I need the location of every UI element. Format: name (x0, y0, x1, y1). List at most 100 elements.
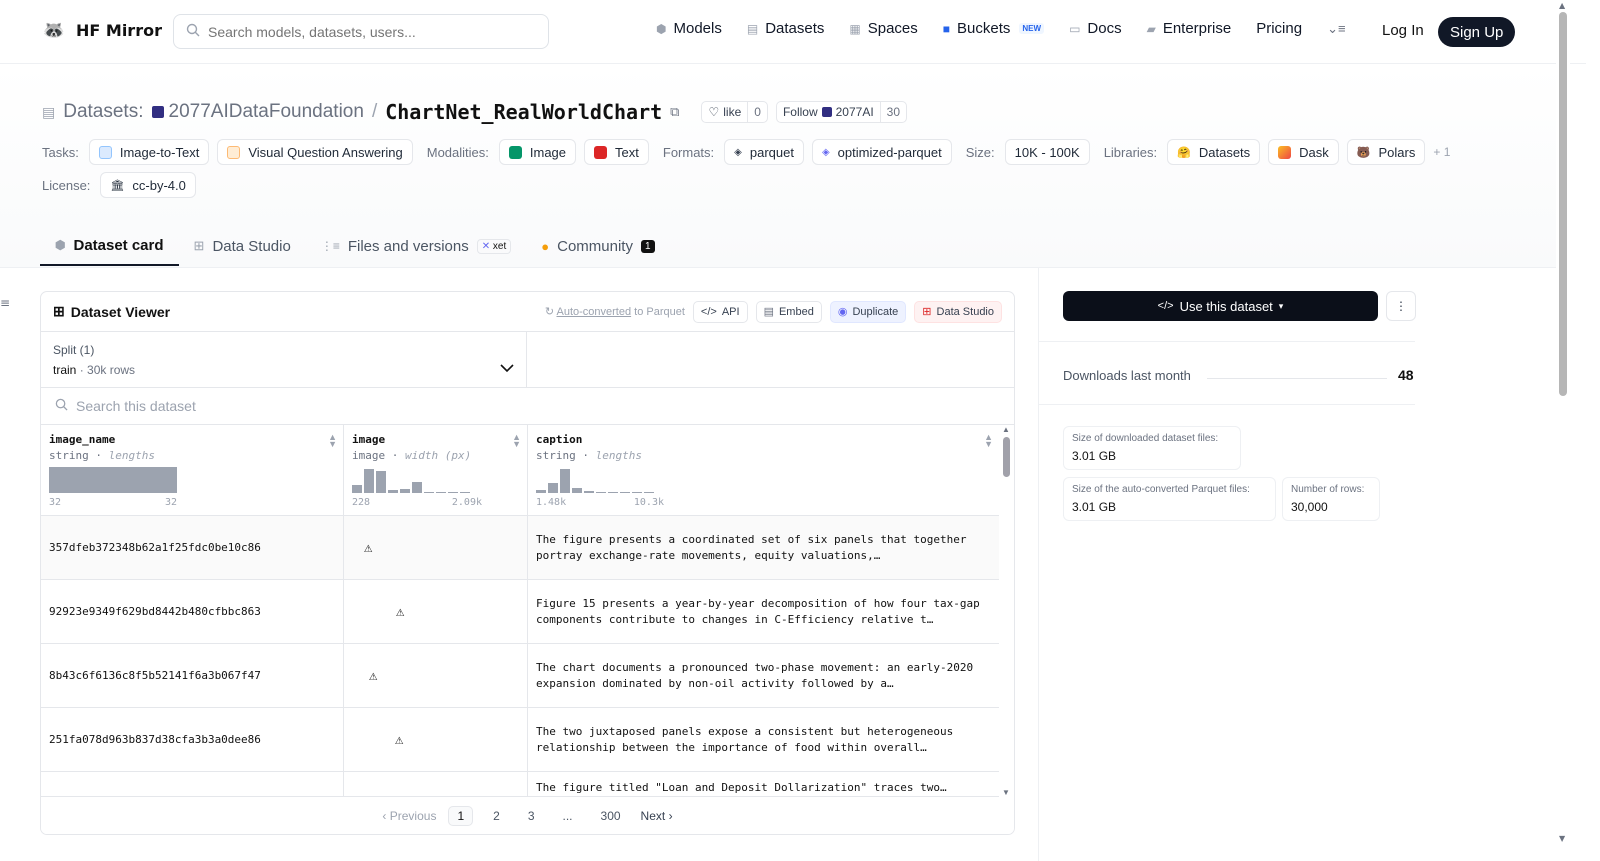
auto-converted-link[interactable]: Auto-converted (556, 306, 631, 318)
sort-icon[interactable]: ▲ ▼ (984, 433, 993, 449)
previous-page-button[interactable]: ‹ Previous (382, 809, 436, 823)
column-type-name: string (49, 449, 89, 462)
brand-logo[interactable]: 🦝 HF Mirror (42, 18, 162, 42)
follow-org: 2077AI (835, 105, 874, 119)
table-row[interactable]: 92923e9349f629bd8442b480cfbbc863 ⚠ Figur… (41, 580, 999, 644)
nav-datasets[interactable]: ▤ Datasets (747, 20, 825, 37)
use-this-dataset-button[interactable]: </> Use this dataset ▾ (1063, 291, 1378, 321)
cell-caption: The figure presents a coordinated set of… (536, 532, 967, 562)
tag-polars[interactable]: 🐻 Polars (1346, 139, 1426, 165)
column-header-caption[interactable]: caption string · lengths ▲ ▼ 1.48k 10.3k (528, 425, 999, 516)
grid-scrollbar-thumb[interactable] (1003, 437, 1010, 477)
follow-button[interactable]: Follow 2077AI 30 (775, 101, 908, 123)
tag-dask[interactable]: Dask (1268, 139, 1339, 165)
scroll-down-icon[interactable]: ▼ (1002, 788, 1010, 797)
histogram-axis: 228 2.09k (352, 497, 482, 508)
nav-enterprise[interactable]: ▰ Enterprise (1147, 20, 1232, 37)
cell-image[interactable]: ⚠ (344, 644, 528, 707)
grid-icon: ▦ (849, 21, 861, 36)
tag-optimized-parquet[interactable]: ◈ optimized-parquet (811, 139, 952, 165)
page-2-button[interactable]: 2 (485, 807, 508, 825)
dataset-search[interactable]: Search this dataset (41, 388, 1014, 425)
sort-icon[interactable]: ▲ ▼ (328, 433, 337, 449)
brand-name: HF Mirror (76, 20, 162, 40)
tab-data-studio[interactable]: ⊞ Data Studio (179, 226, 306, 266)
histogram-bar (632, 492, 642, 493)
tag-size[interactable]: 10K - 100K (1004, 139, 1090, 165)
libraries-more[interactable]: + 1 (1433, 145, 1450, 159)
axis-min: 32 (49, 497, 62, 508)
copy-icon[interactable]: ⧉ (670, 104, 679, 120)
tag-label: optimized-parquet (837, 144, 942, 160)
nav-datasets-label: Datasets (765, 20, 825, 37)
nav-more[interactable]: ⌄≡ (1327, 21, 1345, 37)
tag-license[interactable]: 🏛 cc-by-4.0 (100, 172, 196, 198)
page-ellipsis: ... (562, 809, 573, 823)
new-badge: NEW (1019, 23, 1045, 34)
license-label: License: (42, 177, 91, 193)
grid-scrollbar[interactable]: ▲ ▼ (1001, 425, 1011, 797)
tag-vqa[interactable]: Visual Question Answering (217, 139, 413, 165)
page-scrollbar[interactable]: ▲ ▼ (1556, 0, 1570, 861)
nav-models[interactable]: ⬢ Models (656, 20, 722, 37)
nav-docs[interactable]: ▭ Docs (1069, 20, 1122, 37)
chevron-down-icon (500, 360, 514, 376)
tab-dataset-card[interactable]: ⬢ Dataset card (40, 226, 179, 266)
split-dot: · (79, 363, 84, 377)
cell-image[interactable]: ⚠ (344, 516, 528, 579)
column-header-image-name[interactable]: image_name string · lengths ▲ ▼ 32 32 (41, 425, 344, 516)
split-value: train · 30k rows (53, 363, 514, 377)
like-count: 0 (747, 102, 767, 122)
page-1-button[interactable]: 1 (448, 806, 474, 826)
histogram-bar (572, 488, 582, 493)
org-link[interactable]: 2077AIDataFoundation (151, 101, 364, 123)
cell-image[interactable]: ⚠ (344, 708, 528, 771)
toc-toggle-icon[interactable]: ≡ (0, 296, 10, 310)
next-page-button[interactable]: Next › (641, 809, 673, 823)
table-row[interactable]: 357dfeb372348b62a1f25fdc0be10c86 ⚠ The f… (41, 516, 999, 580)
scroll-up-icon[interactable]: ▲ (1002, 425, 1010, 434)
tab-files[interactable]: ⋮≡ Files and versions ✕ xet (306, 226, 526, 266)
data-studio-button[interactable]: ⊞ Data Studio (914, 300, 1002, 323)
global-search[interactable] (173, 14, 549, 49)
histogram-bar (608, 492, 618, 493)
column-header-image[interactable]: image image · width (px) ▲ ▼ 228 2.09k (344, 425, 528, 516)
chevron-down-icon: ▾ (1278, 300, 1284, 311)
cell-image[interactable]: ⚠ (344, 580, 528, 643)
page-300-button[interactable]: 300 (593, 807, 629, 825)
tab-community[interactable]: ● Community 1 (526, 226, 669, 266)
auto-converted-note: ↻ Auto-converted to Parquet (545, 305, 685, 318)
page-scrollbar-thumb[interactable] (1559, 12, 1567, 396)
cell-image[interactable] (344, 772, 528, 796)
global-search-input[interactable] (208, 23, 528, 40)
dataset-name[interactable]: ChartNet_RealWorldChart (385, 100, 662, 124)
histogram-bar (436, 492, 446, 493)
split-label: Split (1) (53, 343, 95, 357)
login-link[interactable]: Log In (1382, 22, 1424, 39)
duplicate-button[interactable]: ◉ Duplicate (829, 300, 907, 323)
tag-image[interactable]: Image (498, 139, 577, 165)
signup-button[interactable]: Sign Up (1438, 17, 1516, 47)
tag-image-to-text[interactable]: Image-to-Text (88, 139, 210, 165)
table-row[interactable]: 251fa078d963b837d38cfa3b3a0dee86 ⚠ The t… (41, 708, 999, 772)
nav-buckets[interactable]: ■ Buckets NEW (943, 20, 1045, 37)
axis-min: 228 (352, 497, 371, 508)
tag-parquet[interactable]: ◈ parquet (724, 139, 804, 165)
page-3-button[interactable]: 3 (520, 807, 543, 825)
like-button[interactable]: ♡ like 0 (701, 101, 768, 123)
split-selector[interactable]: Split (1) train · 30k rows (41, 332, 527, 387)
top-navbar: 🦝 HF Mirror ⬢ Models ▤ Datasets ▦ Spaces ■ B… (0, 0, 1586, 64)
more-options-icon[interactable]: ⋮ (1386, 291, 1416, 321)
sort-icon[interactable]: ▲ ▼ (512, 433, 521, 449)
embed-button[interactable]: ▤ Embed (755, 300, 822, 323)
nav-pricing[interactable]: Pricing (1256, 20, 1302, 37)
tag-text[interactable]: Text (584, 139, 649, 165)
nav-spaces[interactable]: ▦ Spaces (849, 20, 917, 37)
api-button[interactable]: </> API (692, 300, 748, 323)
table-row[interactable]: 8b43c6f6136c8f5b52141f6a3b067f47 ⚠ The c… (41, 644, 999, 708)
tag-datasets-lib[interactable]: 🤗 Datasets (1167, 139, 1261, 165)
scroll-down-icon[interactable]: ▼ (1559, 834, 1565, 843)
scroll-up-icon[interactable]: ▲ (1559, 1, 1565, 10)
table-row[interactable]: The figure titled "Loan and Deposit Doll… (41, 772, 999, 797)
histogram-bar (424, 492, 434, 493)
